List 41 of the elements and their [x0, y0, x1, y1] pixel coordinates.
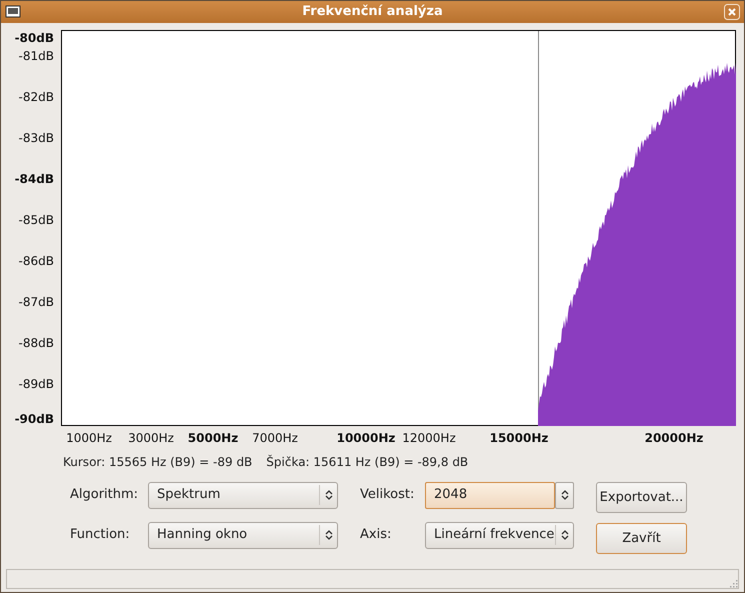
- dialog-button[interactable]: Exportovat...: [596, 482, 687, 513]
- x-axis-label: 20000Hz: [644, 431, 704, 445]
- window-menu-icon[interactable]: [5, 5, 21, 19]
- dropdown[interactable]: Lineární frekvence: [425, 522, 574, 548]
- field-label: Axis:: [360, 526, 392, 544]
- x-axis-label: 10000Hz: [336, 431, 396, 445]
- resize-grip-icon[interactable]: [728, 578, 738, 588]
- spectrum-plot[interactable]: [61, 30, 736, 426]
- size-input-field[interactable]: 2048: [425, 482, 555, 508]
- window-title: Frekvenční analýza: [301, 3, 444, 22]
- y-axis-label: -87dB: [18, 295, 54, 309]
- up-down-icon: [560, 529, 568, 541]
- x-axis-label: 15000Hz: [490, 431, 548, 445]
- y-axis-label: -81dB: [18, 49, 54, 63]
- y-axis-label: -84dB: [14, 172, 54, 186]
- dropdown[interactable]: Hanning okno: [148, 522, 338, 548]
- y-axis-label: -90dB: [14, 412, 54, 426]
- y-axis-label: -85dB: [18, 213, 54, 227]
- field-label: Velikost:: [360, 486, 416, 504]
- y-axis-label: -82dB: [18, 90, 54, 104]
- y-axis-label: -80dB: [14, 31, 54, 45]
- peak-readout: Špička: 15611 Hz (B9) = -89,8 dB: [266, 454, 468, 471]
- close-icon[interactable]: [724, 4, 740, 20]
- field-label: Function:: [70, 526, 131, 544]
- y-axis-label: -83dB: [18, 131, 54, 145]
- cursor-readout: Kursor: 15565 Hz (B9) = -89 dB: [63, 454, 252, 471]
- x-axis-label: 5000Hz: [188, 431, 238, 445]
- y-axis-label: -89dB: [18, 377, 54, 391]
- up-down-icon: [560, 489, 568, 501]
- dialog-button[interactable]: Zavřít: [596, 523, 687, 554]
- x-axis-label: 12000Hz: [402, 431, 456, 445]
- up-down-icon: [324, 529, 332, 541]
- field-label: Algorithm:: [70, 486, 140, 504]
- y-axis-label: -86dB: [18, 254, 54, 268]
- y-axis-label: -88dB: [18, 336, 54, 350]
- x-axis-label: 1000Hz: [66, 431, 112, 445]
- spin-button[interactable]: [555, 482, 574, 508]
- dropdown[interactable]: Spektrum: [148, 482, 338, 508]
- x-axis-label: 3000Hz: [128, 431, 174, 445]
- up-down-icon: [324, 489, 332, 501]
- x-axis-label: 7000Hz: [252, 431, 298, 445]
